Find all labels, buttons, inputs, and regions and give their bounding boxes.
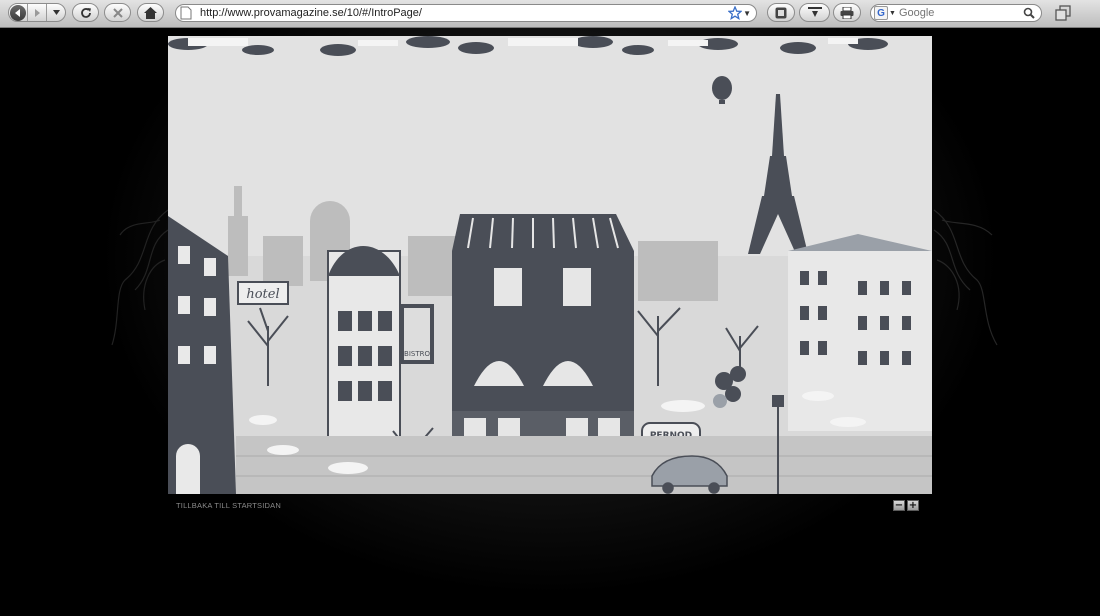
right-flourish-ornament bbox=[933, 209, 998, 346]
snapback-icon bbox=[775, 7, 787, 18]
bistro-sign: BISTRO bbox=[400, 304, 434, 364]
zoom-in-button[interactable]: + bbox=[907, 500, 919, 511]
zoom-out-button[interactable]: − bbox=[893, 500, 905, 511]
reload-button[interactable] bbox=[72, 3, 99, 22]
snapback-button[interactable] bbox=[767, 3, 795, 22]
zoom-controls: − + bbox=[893, 500, 919, 511]
home-icon bbox=[144, 6, 157, 19]
address-text: http://www.provamagazine.se/10/#/IntroPa… bbox=[200, 7, 422, 19]
left-building bbox=[168, 216, 236, 494]
window-icon bbox=[1055, 4, 1071, 21]
paris-street-illustration: hotel BISTRO bbox=[168, 36, 932, 494]
back-to-start-link[interactable]: TILLBAKA TILL STARTSIDAN bbox=[176, 501, 281, 510]
stop-icon bbox=[112, 7, 123, 18]
print-icon bbox=[840, 6, 854, 19]
stop-button[interactable] bbox=[104, 3, 131, 22]
address-bar[interactable]: http://www.provamagazine.se/10/#/IntroPa… bbox=[175, 4, 757, 22]
back-icon bbox=[10, 4, 26, 21]
search-bar[interactable]: G ▼ bbox=[870, 4, 1042, 22]
history-dropdown[interactable] bbox=[47, 4, 65, 21]
bookmark-star-icon[interactable] bbox=[728, 6, 742, 20]
left-flourish-ornament bbox=[111, 209, 169, 346]
forward-button[interactable] bbox=[28, 4, 47, 21]
chevron-down-icon bbox=[52, 10, 60, 15]
home-button[interactable] bbox=[137, 3, 164, 22]
print-button[interactable] bbox=[833, 3, 861, 22]
back-button[interactable] bbox=[9, 4, 28, 21]
search-input[interactable] bbox=[898, 7, 1017, 19]
address-dropdown-icon[interactable]: ▼ bbox=[743, 9, 751, 18]
page-icon bbox=[180, 6, 192, 20]
intro-animation-stage[interactable]: hotel BISTRO bbox=[168, 36, 932, 494]
forward-icon bbox=[35, 8, 40, 17]
search-icon[interactable] bbox=[1023, 7, 1035, 19]
hotel-sign-text: hotel bbox=[246, 287, 279, 302]
search-engine-dropdown-icon[interactable]: ▼ bbox=[889, 10, 896, 17]
download-button[interactable] bbox=[799, 3, 830, 22]
search-engine-icon[interactable]: G bbox=[874, 6, 888, 20]
nav-buttons bbox=[8, 3, 66, 22]
right-buildings bbox=[788, 234, 932, 431]
window-button[interactable] bbox=[1050, 3, 1076, 22]
browser-toolbar: http://www.provamagazine.se/10/#/IntroPa… bbox=[0, 0, 1100, 28]
bistro-sign-text: BISTRO bbox=[404, 350, 430, 358]
reload-icon bbox=[80, 7, 91, 18]
hotel-sign: hotel bbox=[237, 281, 289, 305]
download-icon bbox=[807, 6, 822, 17]
